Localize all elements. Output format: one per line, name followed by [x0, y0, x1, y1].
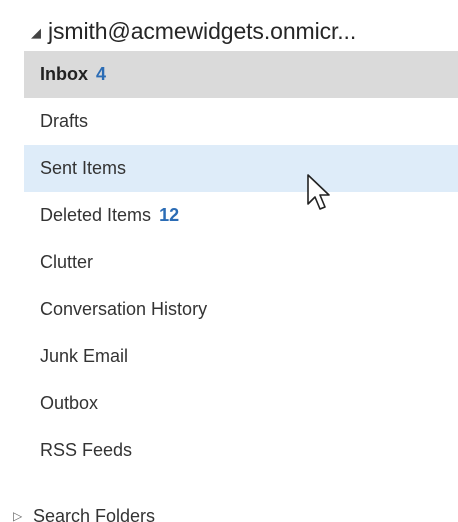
folder-deleted-items[interactable]: Deleted Items 12: [24, 192, 458, 239]
folder-label: Drafts: [40, 111, 89, 131]
expanded-triangle-icon[interactable]: ◢: [31, 26, 45, 39]
account-header[interactable]: ◢ jsmith@acmewidgets.onmicr...: [0, 11, 458, 51]
folder-search-folders[interactable]: ▷ Search Folders: [0, 497, 155, 522]
folder-conversation-history[interactable]: Conversation History: [24, 286, 458, 333]
folder-outbox[interactable]: Outbox: [24, 380, 458, 427]
unread-count: 4: [96, 64, 107, 84]
folder-junk-email[interactable]: Junk Email: [24, 333, 458, 380]
account-name: jsmith@acmewidgets.onmicr...: [48, 17, 357, 44]
folder-label: Inbox: [40, 64, 88, 84]
folder-label: Deleted Items: [40, 205, 152, 225]
folder-label: Conversation History: [40, 299, 208, 319]
folder-label: Search Folders: [33, 505, 156, 522]
folder-rss-feeds[interactable]: RSS Feeds: [24, 427, 458, 474]
unread-count: 12: [159, 205, 180, 225]
folder-pane: ◢ jsmith@acmewidgets.onmicr... Inbox 4 D…: [0, 0, 458, 522]
folder-label: Sent Items: [40, 158, 127, 178]
collapsed-triangle-icon[interactable]: ▷: [13, 510, 27, 522]
folder-label: Outbox: [40, 393, 99, 413]
folder-clutter[interactable]: Clutter: [24, 239, 458, 286]
folder-drafts[interactable]: Drafts: [24, 98, 458, 145]
folder-inbox[interactable]: Inbox 4: [24, 51, 458, 98]
folder-label: Junk Email: [40, 346, 129, 366]
folder-list: Inbox 4 Drafts Sent Items Deleted Items …: [24, 51, 458, 474]
folder-sent-items[interactable]: Sent Items: [24, 145, 458, 192]
folder-label: RSS Feeds: [40, 440, 133, 460]
folder-label: Clutter: [40, 252, 94, 272]
